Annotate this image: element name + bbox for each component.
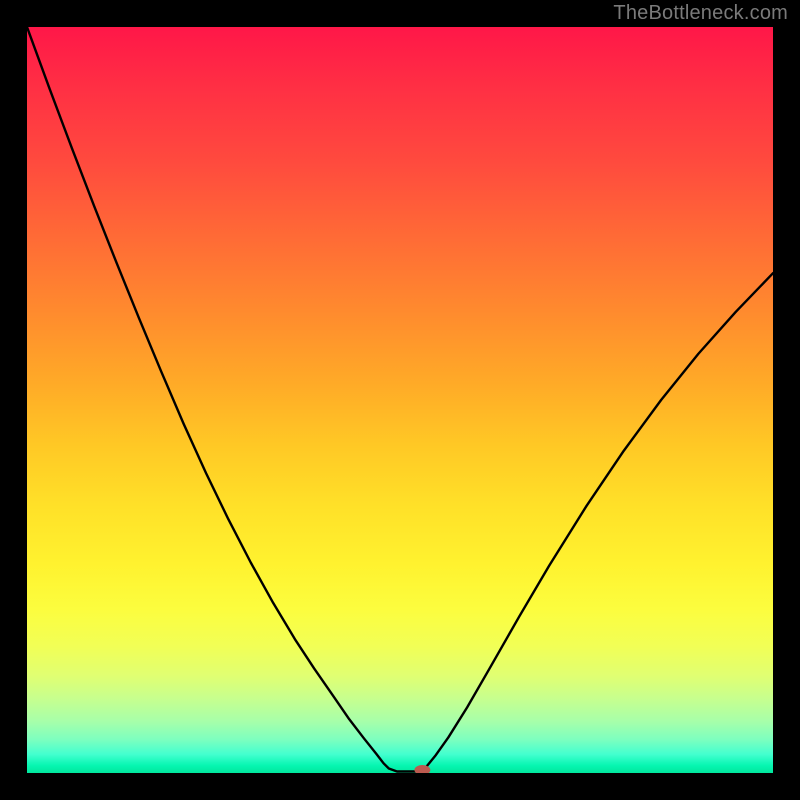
watermark-text: TheBottleneck.com <box>613 2 788 25</box>
chart-svg <box>27 27 773 773</box>
curve-line <box>27 27 773 772</box>
chart-frame: TheBottleneck.com <box>0 0 800 800</box>
